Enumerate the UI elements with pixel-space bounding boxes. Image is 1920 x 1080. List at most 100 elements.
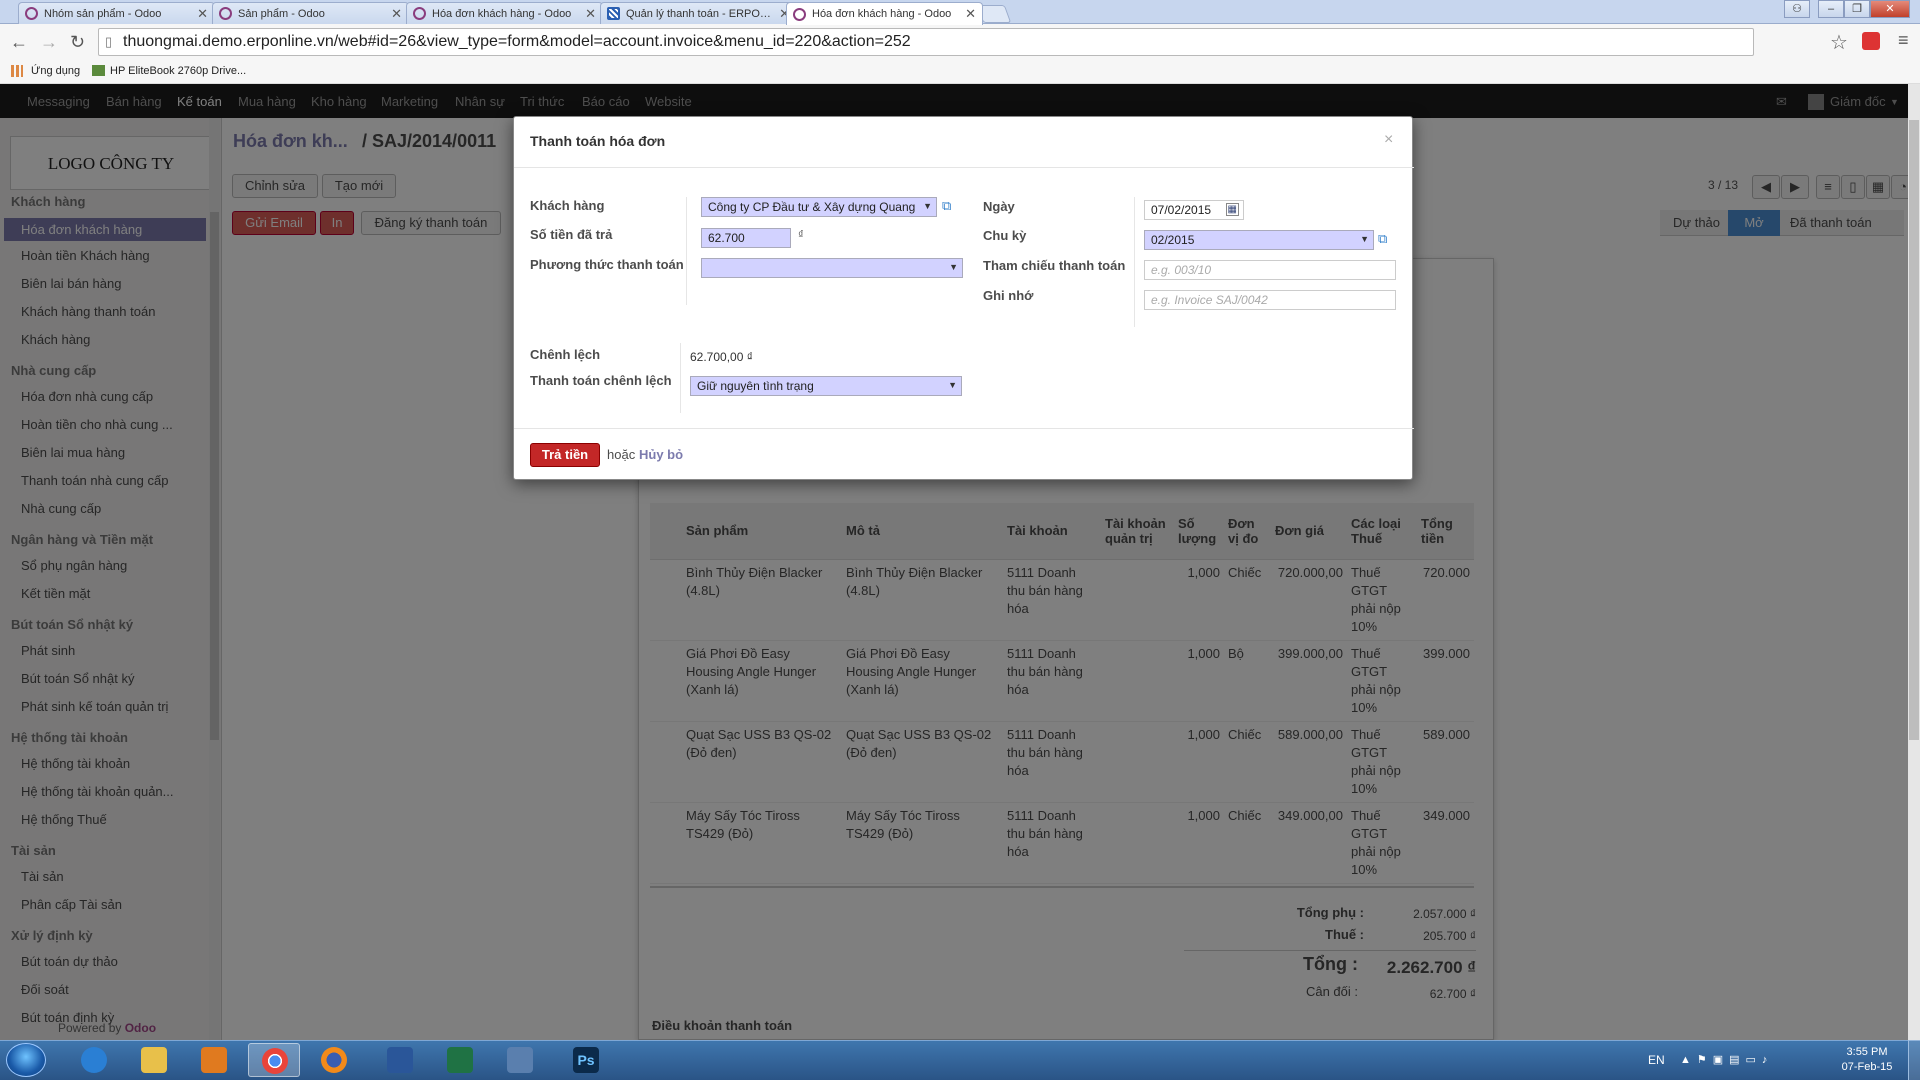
cancel-link[interactable]: Hủy bỏ <box>639 447 683 462</box>
close-icon[interactable]: × <box>1384 131 1393 149</box>
bookmark-icon <box>92 65 105 76</box>
amount-paid-label: Số tiền đã trả <box>530 227 613 242</box>
restore-icon[interactable]: ❐ <box>1844 0 1870 18</box>
field-separator <box>680 343 681 413</box>
writeoff-value: Giữ nguyên tình trạng <box>697 379 814 393</box>
taskbar-screenshot[interactable] <box>494 1043 546 1077</box>
period-select[interactable]: 02/2015 ▼ <box>1144 230 1374 250</box>
taskbar-firefox[interactable] <box>308 1043 360 1077</box>
forward-icon[interactable]: → <box>40 32 58 53</box>
bookmark-apps[interactable]: Ứng dụng <box>31 65 80 77</box>
odoo-icon <box>413 7 426 20</box>
browser-tab-active[interactable]: Hóa đơn khách hàng - Odoo ✕ <box>786 2 983 25</box>
taskbar-word[interactable] <box>374 1043 426 1077</box>
amount-paid-value: 62.700 <box>708 231 745 245</box>
odoo-icon <box>219 7 232 20</box>
taskbar-ie[interactable] <box>68 1043 120 1077</box>
odoo-icon <box>793 7 806 21</box>
language-indicator[interactable]: EN <box>1648 1053 1665 1067</box>
folder-icon <box>141 1047 167 1073</box>
back-icon[interactable]: ← <box>10 32 28 53</box>
field-separator <box>1134 197 1135 327</box>
bookmarks-bar: Ứng dụng HP EliteBook 2760p Drive... <box>0 60 1920 84</box>
payment-ref-input[interactable]: e.g. 003/10 <box>1144 260 1396 280</box>
payment-ref-label: Tham chiếu thanh toán <box>983 258 1126 273</box>
address-bar[interactable]: ▯ thuongmai.demo.erponline.vn/web#id=26&v… <box>98 28 1754 56</box>
chrome-icon <box>262 1048 288 1074</box>
taskbar-excel[interactable] <box>434 1043 486 1077</box>
firefox-icon <box>321 1047 347 1073</box>
taskbar-chrome[interactable] <box>248 1043 300 1077</box>
customer-select[interactable]: Công ty CP Đầu tư & Xây dựng Quang ▼ <box>701 197 937 217</box>
memo-label: Ghi nhớ <box>983 288 1034 303</box>
period-value: 02/2015 <box>1151 233 1195 247</box>
pay-button[interactable]: Trả tiền <box>530 443 600 467</box>
page-icon: ▯ <box>105 34 113 49</box>
system-clock[interactable]: 3:55 PM 07-Feb-15 <box>1832 1045 1902 1075</box>
menu-icon[interactable]: ≡ <box>1898 30 1909 51</box>
word-icon <box>387 1047 413 1073</box>
browser-tab[interactable]: Quản lý thanh toán - ERPOnlin ✕ <box>600 2 797 24</box>
close-tab-icon[interactable]: ✕ <box>965 6 976 22</box>
currency-symbol: ₫ <box>798 229 804 241</box>
tray-icons[interactable]: ▲⚑▣▤▭♪ <box>1680 1053 1773 1066</box>
excel-icon <box>447 1047 473 1073</box>
payment-method-select[interactable]: ▼ <box>701 258 963 278</box>
external-link-icon[interactable]: ⧉ <box>942 198 958 213</box>
date-label: Ngày <box>983 199 1015 214</box>
page-scroll-thumb[interactable] <box>1909 120 1919 740</box>
minimize-icon[interactable]: – <box>1818 0 1844 18</box>
tab-title: Hóa đơn khách hàng - Odoo <box>432 7 572 20</box>
date-input[interactable]: 07/02/2015 ▦ <box>1144 200 1244 220</box>
taskbar-media[interactable] <box>188 1043 240 1077</box>
tab-title: Hóa đơn khách hàng - Odoo <box>812 8 952 20</box>
erp-icon <box>607 7 620 20</box>
external-link-icon[interactable]: ⧉ <box>1378 231 1394 246</box>
payment-dialog: Thanh toán hóa đơn × Khách hàng Công ty … <box>513 116 1414 480</box>
odoo-icon <box>25 7 38 20</box>
screenshot-tool-icon <box>507 1047 533 1073</box>
memo-input[interactable]: e.g. Invoice SAJ/0042 <box>1144 290 1396 310</box>
browser-tab[interactable]: Hóa đơn khách hàng - Odoo ✕ <box>406 2 603 24</box>
close-tab-icon[interactable]: ✕ <box>391 6 402 22</box>
customer-value: Công ty CP Đầu tư & Xây dựng Quang <box>708 200 916 214</box>
close-tab-icon[interactable]: ✕ <box>197 6 208 22</box>
clock-date: 07-Feb-15 <box>1841 1061 1893 1073</box>
field-separator <box>686 197 687 305</box>
calendar-icon[interactable]: ▦ <box>1225 203 1239 216</box>
browser-tab[interactable]: Nhóm sản phẩm - Odoo ✕ <box>18 2 215 24</box>
or-text: hoặc <box>607 447 636 462</box>
period-label: Chu kỳ <box>983 228 1027 243</box>
media-player-icon <box>201 1047 227 1073</box>
tab-title: Nhóm sản phẩm - Odoo <box>44 7 162 20</box>
show-desktop-button[interactable] <box>1908 1040 1920 1080</box>
chevron-down-icon: ▼ <box>1360 234 1369 244</box>
browser-tab[interactable]: Sản phẩm - Odoo ✕ <box>212 2 409 24</box>
photoshop-icon: Ps <box>573 1047 599 1073</box>
clock-time: 3:55 PM <box>1846 1046 1888 1058</box>
tab-title: Quản lý thanh toán - ERPOnlin <box>626 7 776 20</box>
start-button[interactable] <box>6 1043 46 1077</box>
tab-title: Sản phẩm - Odoo <box>238 7 325 20</box>
difference-label: Chênh lệch <box>530 347 601 362</box>
amount-paid-input[interactable]: 62.700 <box>701 228 791 248</box>
customer-label: Khách hàng <box>530 198 605 213</box>
internet-explorer-icon <box>81 1047 107 1073</box>
reload-icon[interactable]: ↻ <box>70 32 85 53</box>
chevron-down-icon: ▼ <box>948 380 957 390</box>
writeoff-label: Thanh toán chênh lệch <box>530 373 672 388</box>
close-window-icon[interactable]: ✕ <box>1870 0 1910 18</box>
payment-method-label: Phương thức thanh toán <box>530 257 684 272</box>
chevron-down-icon: ▼ <box>921 201 932 211</box>
user-icon[interactable]: ⚇ <box>1784 0 1810 18</box>
bookmark-hp-driver[interactable]: HP EliteBook 2760p Drive... <box>110 65 246 77</box>
apps-icon <box>11 65 23 77</box>
bookmark-star-icon[interactable]: ☆ <box>1830 30 1848 55</box>
difference-value: 62.700,00 ₫ <box>690 350 753 364</box>
taskbar-explorer[interactable] <box>128 1043 180 1077</box>
chevron-down-icon: ▼ <box>949 262 958 272</box>
taskbar-photoshop[interactable]: Ps <box>560 1043 612 1077</box>
writeoff-select[interactable]: Giữ nguyên tình trạng ▼ <box>690 376 962 396</box>
close-tab-icon[interactable]: ✕ <box>585 6 596 22</box>
extension-icon[interactable] <box>1862 32 1880 50</box>
